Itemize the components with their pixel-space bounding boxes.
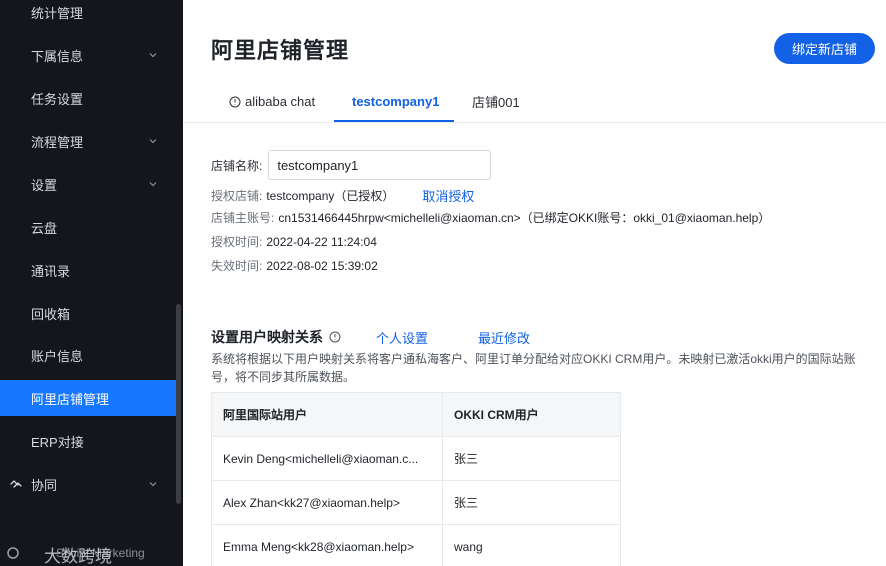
app-root: 统计管理 下属信息 任务设置 流程管理 设置 云盘 通讯录 回收箱 账户信息 阿… — [0, 0, 886, 566]
tab-label: testcompany1 — [352, 94, 440, 109]
sidebar-item-label: 设置 — [31, 177, 58, 193]
auth-store-label: 授权店铺: — [211, 189, 263, 203]
table-row[interactable]: Alex Zhan<kk27@xiaoman.help> 张三 — [212, 481, 620, 525]
mapping-title-text: 设置用户映射关系 — [211, 329, 323, 345]
sidebar-item-subordinates[interactable]: 下属信息 — [0, 37, 176, 73]
active-tab-indicator — [334, 120, 454, 122]
info-circle-icon[interactable] — [329, 331, 341, 343]
sidebar-item-account[interactable]: 账户信息 — [0, 337, 176, 373]
mapping-description: 系统将根据以下用户映射关系将客户通私海客户、阿里订单分配给对应OKKI CRM用… — [211, 352, 856, 384]
tab-alibaba-chat[interactable]: alibaba chat — [229, 80, 315, 123]
auth-store-row: 授权店铺: testcompany（已授权） 取消授权 — [211, 186, 474, 205]
sidebar-item-contacts[interactable]: 通讯录 — [0, 252, 176, 288]
chevron-down-icon — [149, 182, 157, 187]
sidebar-item-tasks[interactable]: 任务设置 — [0, 80, 176, 116]
sidebar-item-label: 流程管理 — [31, 134, 84, 150]
table-row[interactable]: Emma Meng<kk28@xiaoman.help> wang — [212, 525, 620, 566]
tab-testcompany1[interactable]: testcompany1 — [352, 80, 439, 123]
column-header-ali-user: 阿里国际站用户 — [212, 393, 443, 436]
auth-store-value: testcompany（已授权） — [266, 189, 395, 203]
tab-label: alibaba chat — [245, 94, 316, 109]
table-header-row: 阿里国际站用户 OKKI CRM用户 — [212, 393, 620, 437]
bind-new-store-button[interactable]: 绑定新店铺 — [774, 33, 875, 64]
watermark-brand-text: 大数跨境 — [44, 547, 112, 566]
ali-user-cell: Alex Zhan<kk27@xiaoman.help> — [212, 481, 443, 524]
sidebar-item-cloud[interactable]: 云盘 — [0, 209, 176, 245]
sidebar-item-stats[interactable]: 统计管理 — [0, 0, 176, 30]
sidebar-item-settings[interactable]: 设置 — [0, 166, 176, 202]
sidebar-item-erp[interactable]: ERP对接 — [0, 423, 176, 459]
table-row[interactable]: Kevin Deng<michelleli@xiaoman.c... 张三 — [212, 437, 620, 481]
main-content: 阿里店铺管理 绑定新店铺 alibaba chat testcompany1 店… — [183, 0, 886, 566]
sidebar-item-label: ERP对接 — [31, 434, 84, 450]
store-tabs: alibaba chat testcompany1 店铺001 — [183, 80, 886, 123]
cancel-auth-link[interactable]: 取消授权 — [422, 186, 474, 205]
expire-time-label: 失效时间: — [211, 259, 263, 273]
tab-store001[interactable]: 店铺001 — [472, 80, 520, 123]
sidebar-item-ali-store[interactable]: 阿里店铺管理 — [0, 380, 176, 416]
tab-label: 店铺001 — [472, 95, 520, 110]
sidebar-item-label: 通讯录 — [31, 263, 71, 279]
watermark: Social Marketing 大数跨境 — [4, 544, 145, 566]
auth-time-value: 2022-04-22 11:24:04 — [266, 234, 377, 249]
sidebar-item-recycle[interactable]: 回收箱 — [0, 295, 176, 331]
auth-time-label: 授权时间: — [211, 235, 263, 249]
personal-settings-link[interactable]: 个人设置 — [376, 328, 428, 347]
okki-user-cell[interactable]: 张三 — [443, 437, 620, 480]
sidebar-item-process[interactable]: 流程管理 — [0, 123, 176, 159]
sidebar-item-label: 任务设置 — [31, 91, 84, 107]
info-circle-icon — [229, 96, 241, 107]
auth-time-row: 授权时间: 2022-04-22 11:24:04 — [211, 233, 377, 250]
sidebar: 统计管理 下属信息 任务设置 流程管理 设置 云盘 通讯录 回收箱 账户信息 阿… — [0, 0, 183, 566]
expire-time-row: 失效时间: 2022-08-02 15:39:02 — [211, 257, 378, 274]
store-name-row: 店铺名称: testcompany1 — [211, 150, 492, 180]
expire-time-value: 2022-08-02 15:39:02 — [266, 258, 378, 273]
sidebar-scrollbar[interactable] — [176, 304, 181, 504]
sidebar-item-label: 账户信息 — [31, 348, 84, 364]
recent-changes-link[interactable]: 最近修改 — [478, 328, 530, 347]
sidebar-item-label: 云盘 — [31, 220, 58, 236]
mapping-table: 阿里国际站用户 OKKI CRM用户 Kevin Deng<michelleli… — [211, 392, 621, 566]
collab-icon — [10, 480, 22, 488]
sidebar-item-label: 协同 — [31, 477, 58, 493]
watermark-logo-icon — [7, 547, 19, 559]
chevron-down-icon — [149, 139, 157, 144]
ali-user-cell: Emma Meng<kk28@xiaoman.help> — [212, 525, 443, 566]
ali-user-cell: Kevin Deng<michelleli@xiaoman.c... — [212, 437, 443, 480]
sidebar-item-label: 下属信息 — [31, 48, 84, 64]
column-header-okki-user: OKKI CRM用户 — [454, 408, 539, 422]
store-name-input[interactable]: testcompany1 — [268, 150, 492, 180]
chevron-down-icon — [149, 53, 157, 58]
page-title: 阿里店铺管理 — [211, 38, 350, 63]
main-account-value: cn1531466445hrpw<michelleli@xiaoman.cn>（… — [278, 211, 771, 225]
sidebar-item-collab[interactable]: 协同 — [0, 466, 176, 502]
sidebar-item-label: 统计管理 — [31, 5, 84, 21]
store-name-label: 店铺名称: — [211, 158, 263, 173]
chevron-down-icon — [149, 482, 157, 487]
okki-user-cell[interactable]: wang — [443, 525, 620, 566]
sidebar-item-label: 阿里店铺管理 — [31, 391, 110, 407]
main-account-label: 店铺主账号: — [211, 211, 275, 225]
okki-user-cell[interactable]: 张三 — [443, 481, 620, 524]
mapping-section-title: 设置用户映射关系 个人设置 最近修改 — [211, 327, 530, 347]
sidebar-item-label: 回收箱 — [31, 306, 71, 322]
main-account-row: 店铺主账号: cn1531466445hrpw<michelleli@xiaom… — [211, 209, 770, 226]
